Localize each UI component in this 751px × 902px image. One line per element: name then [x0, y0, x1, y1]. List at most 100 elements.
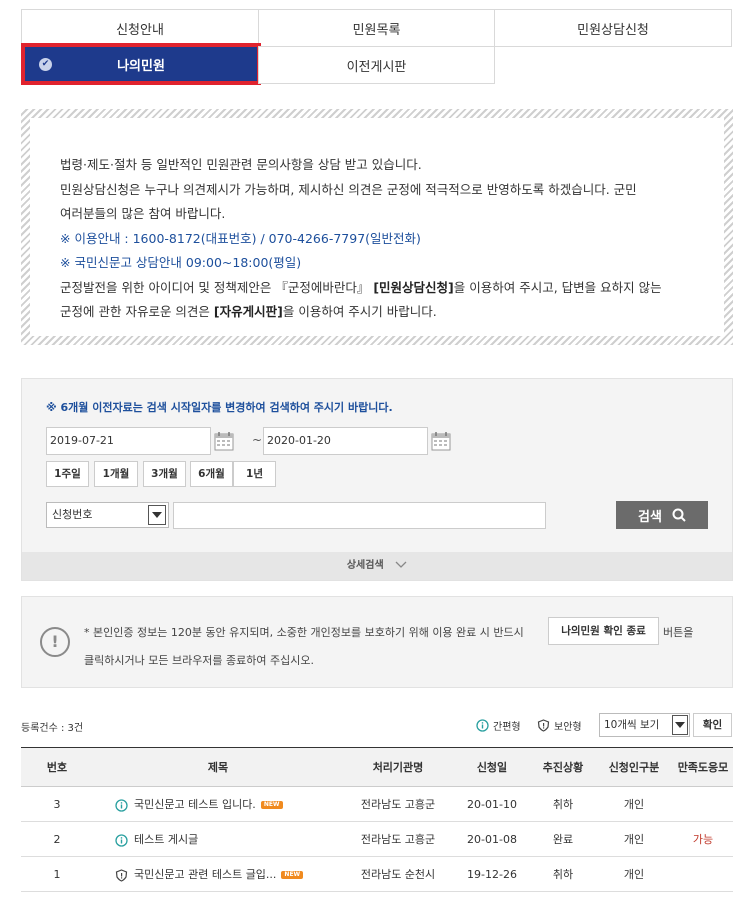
- calendar-icon[interactable]: [431, 431, 451, 451]
- cell-no: 1: [21, 856, 93, 892]
- record-count: 등록건수 : 3건: [21, 723, 84, 734]
- col-header-agency: 처리기관명: [343, 747, 453, 787]
- row-title-link[interactable]: 테스트 게시글: [134, 833, 198, 846]
- cell-status: 취하: [531, 856, 595, 892]
- detail-search-label: 상세검색: [346, 560, 384, 571]
- notice-box: 법령·제도·절차 등 일반적인 민원관련 문의사항을 상담 받고 있습니다. 민…: [21, 109, 733, 345]
- period-6month-button[interactable]: 6개월: [190, 461, 233, 487]
- notice-content: 법령·제도·절차 등 일반적인 민원관련 문의사항을 상담 받고 있습니다. 민…: [30, 118, 724, 336]
- info-text: * 본인인증 정보는 120분 동안 유지되며, 소중한 개인정보를 보호하기 …: [84, 626, 524, 639]
- legend-open: 간편형: [476, 718, 521, 733]
- select-value: 신청번호: [52, 508, 93, 521]
- info-circle-icon: [115, 833, 128, 847]
- legend-secure: 보안형: [537, 718, 582, 733]
- notice-line: 법령·제도·절차 등 일반적인 민원관련 문의사항을 상담 받고 있습니다.: [60, 157, 422, 172]
- col-header-status: 추진상황: [531, 747, 595, 787]
- tab-label: 나의민원: [117, 58, 165, 74]
- notice-line: 군정에 관한 자유로운 의견은 [자유게시판]을 이용하여 주시기 바랍니다.: [60, 300, 694, 325]
- notice-text: 군정에 관한 자유로운 의견은: [60, 304, 214, 319]
- table-row[interactable]: 1 국민신문고 관련 테스트 글입... NEW 전라남도 순천시 19-12-2…: [21, 856, 733, 892]
- notice-text: 을 이용하여 주시고, 답변을 요하지 않는: [453, 279, 662, 295]
- notice-text: 을 이용하여 주시기 바랍니다.: [282, 304, 437, 319]
- chevron-down-icon: [672, 715, 688, 735]
- exclamation-icon: !: [40, 627, 70, 657]
- end-confirm-button[interactable]: 나의민원 확인 종료: [548, 617, 659, 645]
- col-header-survey: 만족도응모: [673, 747, 733, 787]
- period-3month-button[interactable]: 3개월: [143, 461, 186, 487]
- notice-text: 군정발전을 위한 아이디어 및 정책제안은 『군정에바란다』: [60, 279, 374, 295]
- start-date-input[interactable]: 2019-07-21: [46, 427, 211, 455]
- tab-consult-apply[interactable]: 민원상담신청: [494, 9, 732, 47]
- cell-agency: 전라남도 고흥군: [343, 786, 453, 822]
- info-circle-icon: [115, 798, 128, 812]
- search-button[interactable]: 검색: [616, 501, 708, 529]
- check-circle-icon: ✔: [39, 58, 52, 71]
- shield-icon: [537, 719, 550, 732]
- cell-date: 19-12-26: [453, 856, 531, 892]
- new-badge: NEW: [260, 801, 283, 809]
- tab-complaint-list[interactable]: 민원목록: [258, 9, 495, 47]
- cell-applicant: 개인: [595, 821, 673, 857]
- legend-label: 보안형: [554, 722, 582, 733]
- row-title-link[interactable]: 국민신문고 테스트 입니다.: [134, 798, 256, 811]
- cell-no: 2: [21, 821, 93, 857]
- complaint-table: 번호 제목 처리기관명 신청일 추진상황 신청인구분 만족도응모 3 국민신문고…: [21, 747, 733, 892]
- tab-apply-guide[interactable]: 신청안내: [21, 9, 259, 47]
- search-field-select[interactable]: 신청번호: [46, 502, 169, 528]
- cell-title: 테스트 게시글: [93, 821, 343, 857]
- col-header-title: 제목: [93, 747, 343, 787]
- notice-line: 민원상담신청은 누구나 의견제시가 가능하며, 제시하신 의견은 군정에 적극적…: [60, 181, 637, 197]
- cell-survey: [673, 856, 733, 892]
- tab-my-complaints[interactable]: ✔ 나의민원: [21, 43, 261, 85]
- tab-label: 민원상담신청: [577, 22, 649, 38]
- detail-search-toggle[interactable]: 상세검색: [22, 552, 732, 580]
- auth-info-box: ! * 본인인증 정보는 120분 동안 유지되며, 소중한 개인정보를 보호하…: [21, 596, 733, 688]
- cell-agency: 전라남도 고흥군: [343, 821, 453, 857]
- table-header: 번호 제목 처리기관명 신청일 추진상황 신청인구분 만족도응모: [21, 747, 733, 787]
- cell-date: 20-01-10: [453, 786, 531, 822]
- shield-icon: [115, 868, 128, 882]
- col-header-applicant: 신청인구분: [595, 747, 673, 787]
- table-row[interactable]: 2 테스트 게시글 전라남도 고흥군 20-01-08 완료 개인 가능: [21, 821, 733, 857]
- page-size-ok-button[interactable]: 확인: [693, 713, 732, 737]
- notice-line: 여러분들의 많은 참여 바랍니다.: [60, 206, 226, 221]
- search-icon: [672, 508, 686, 522]
- notice-bold: [자유게시판]: [213, 304, 283, 319]
- info-circle-icon: [476, 719, 489, 732]
- col-header-no: 번호: [21, 747, 93, 787]
- cell-no: 3: [21, 786, 93, 822]
- cell-survey: [673, 786, 733, 822]
- period-1week-button[interactable]: 1주일: [46, 461, 89, 487]
- table-row[interactable]: 3 국민신문고 테스트 입니다. NEW 전라남도 고흥군 20-01-10 취하…: [21, 786, 733, 822]
- cell-applicant: 개인: [595, 786, 673, 822]
- end-date-input[interactable]: 2020-01-20: [263, 427, 428, 455]
- cell-agency: 전라남도 순천시: [343, 856, 453, 892]
- tab-label: 신청안내: [116, 22, 164, 38]
- col-header-date: 신청일: [453, 747, 531, 787]
- info-text: 버튼을: [663, 626, 694, 639]
- period-1month-button[interactable]: 1개월: [94, 461, 138, 487]
- notice-line: 군정발전을 위한 아이디어 및 정책제안은 『군정에바란다』 [민원상담신청]을…: [60, 276, 694, 301]
- tab-label: 이전게시판: [346, 59, 407, 75]
- legend-label: 간편형: [493, 722, 521, 733]
- period-1year-button[interactable]: 1년: [233, 461, 276, 487]
- notice-contact: ※ 이용안내 : 1600-8172(대표번호) / 070-4266-7797…: [60, 230, 421, 246]
- page-size-select[interactable]: 10개씩 보기: [599, 713, 690, 737]
- tab-label: 민원목록: [352, 22, 401, 38]
- search-note: ※ 6개월 이전자료는 검색 시작일자를 변경하여 검색하여 주시기 바랍니다.: [46, 401, 393, 414]
- calendar-icon[interactable]: [214, 431, 234, 451]
- search-keyword-input[interactable]: [173, 502, 546, 529]
- chevron-down-icon: [395, 561, 407, 568]
- cell-survey: 가능: [673, 821, 733, 857]
- notice-hours: ※ 국민신문고 상담안내 09:00~18:00(평일): [60, 255, 302, 270]
- row-title-link[interactable]: 국민신문고 관련 테스트 글입...: [134, 868, 276, 881]
- info-text: 클릭하시거나 모든 브라우저를 종료하여 주십시오.: [84, 654, 315, 667]
- search-button-label: 검색: [638, 509, 662, 525]
- cell-applicant: 개인: [595, 856, 673, 892]
- new-badge: NEW: [281, 871, 304, 879]
- cell-date: 20-01-08: [453, 821, 531, 857]
- tab-previous-board[interactable]: 이전게시판: [258, 46, 495, 84]
- cell-status: 취하: [531, 786, 595, 822]
- chevron-down-icon: [148, 505, 166, 525]
- date-separator: ~: [252, 433, 263, 447]
